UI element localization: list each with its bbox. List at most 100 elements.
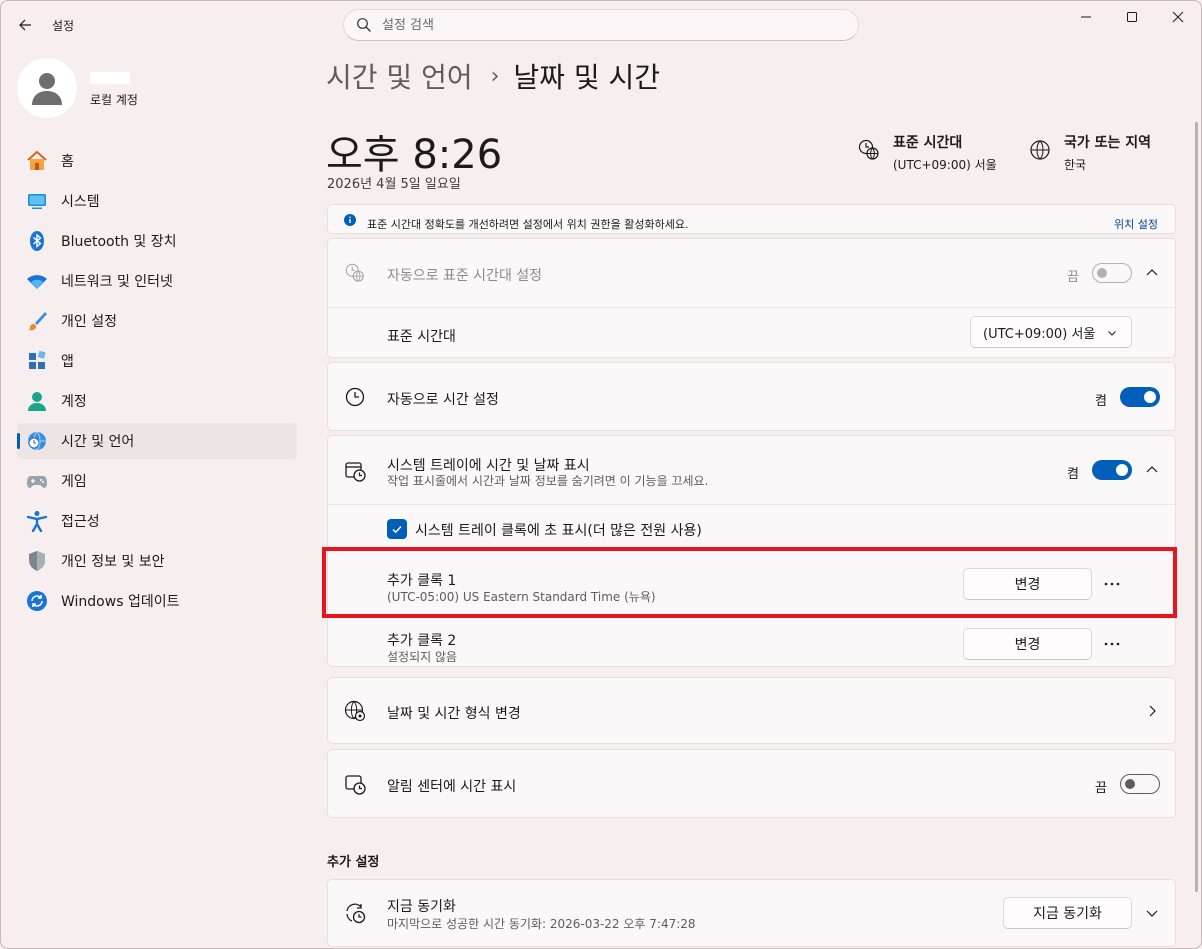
maximize-button[interactable] [1109,0,1155,34]
seconds-label[interactable]: 시스템 트레이 클록에 초 표시(더 많은 전원 사용) [415,520,702,540]
timezone-globe-clock-icon [858,139,879,160]
sidebar-item-label: 개인 설정 [61,314,117,330]
timezone-info-value: (UTC+09:00) 서울 [893,158,997,172]
auto-time-state: 켬 [1095,394,1107,409]
extra-clock-1-title: 추가 클록 1 [387,573,457,589]
seconds-checkbox[interactable] [387,519,407,539]
sidebar-item-time-language[interactable]: 시간 및 언어 [17,423,297,459]
extra-clock-1-change-button[interactable]: 변경 [963,568,1092,600]
notification-time-toggle[interactable] [1120,774,1160,794]
sync-clock-icon [346,903,366,924]
avatar[interactable] [17,58,77,118]
extra-clock-1-subtitle: (UTC-05:00) US Eastern Standard Time (뉴욕… [387,590,656,604]
page-title: 날짜 및 시간 [513,61,661,94]
extra-clock-2-subtitle: 설정되지 않음 [387,650,458,664]
sidebar-item-privacy[interactable]: 개인 정보 및 보안 [17,543,297,579]
maximize-icon [1127,12,1137,22]
location-banner: 표준 시간대 정확도를 개선하려면 설정에서 위치 권한을 활성화하세요. 위치… [327,204,1176,234]
breadcrumb-separator: › [490,63,500,89]
sidebar-item-label: 홈 [61,154,74,170]
chevron-right-icon [1149,705,1156,717]
sidebar-item-apps[interactable]: 앱 [17,343,297,379]
region-info-value: 한국 [1064,158,1087,172]
chevron-up-icon[interactable] [1144,462,1160,478]
extra-clock-1-more-button[interactable] [1102,574,1122,594]
timezone-card: 자동으로 표준 시간대 설정 끔 표준 시간대 (UTC+09:00) 서울 [327,238,1176,358]
chevron-down-icon[interactable] [1144,905,1160,921]
timezone-selected-value: (UTC+09:00) 서울 [983,326,1096,342]
sidebar-item-label: Bluetooth 및 장치 [61,234,177,250]
region-info: 국가 또는 지역 한국 [1028,132,1151,173]
extra-clock-2-change-button[interactable]: 변경 [963,628,1092,660]
info-icon [344,214,356,226]
more-horizontal-icon [1104,642,1120,646]
auto-timezone-row: 자동으로 표준 시간대 설정 끔 [328,239,1175,307]
sidebar-item-personalization[interactable]: 개인 설정 [17,303,297,339]
sidebar-item-accessibility[interactable]: 접근성 [17,503,297,539]
brush-icon [26,310,48,332]
breadcrumb: 시간 및 언어 › 날짜 및 시간 [326,56,660,96]
gamepad-icon [26,470,48,492]
sidebar-item-bluetooth[interactable]: Bluetooth 및 장치 [17,223,297,259]
sync-title: 지금 동기화 [387,899,456,915]
bluetooth-icon [26,230,48,252]
scrollbar[interactable] [1195,122,1198,892]
timezone-title: 표준 시간대 [387,329,456,345]
notification-time-state: 끔 [1095,781,1107,796]
sidebar-item-label: 시스템 [61,194,100,210]
timezone-info-title: 표준 시간대 [893,135,963,151]
search-box[interactable] [343,9,859,41]
sync-now-button[interactable]: 지금 동기화 [1003,897,1132,929]
close-button[interactable] [1155,0,1201,34]
wifi-icon [26,270,48,292]
tray-row: 시스템 트레이에 시간 및 날짜 표시 작업 표시줄에서 시간과 날짜 정보를 … [328,436,1175,504]
title-bar: 설정 [0,0,1202,48]
sidebar-item-label: 앱 [61,354,74,370]
apps-icon [26,350,48,372]
auto-time-toggle[interactable] [1120,387,1160,407]
current-date: 2026년 4월 5일 일요일 [327,177,461,192]
sidebar-item-label: 접근성 [61,514,100,530]
sidebar-item-home[interactable]: 홈 [17,143,297,179]
globe-icon [1030,140,1050,160]
notification-clock-icon [345,775,366,795]
chevron-up-icon[interactable] [1144,265,1160,281]
app-title: 설정 [52,19,75,33]
timezone-select[interactable]: (UTC+09:00) 서울 [970,316,1132,348]
back-button[interactable] [12,12,38,38]
profile-subtitle: 로컬 계정 [90,93,138,107]
location-settings-link[interactable]: 위치 설정 [1114,216,1158,232]
auto-timezone-toggle[interactable] [1092,263,1132,283]
auto-time-card: 자동으로 시간 설정 켬 [327,362,1176,431]
current-time: 오후 8:26 [326,132,503,178]
tray-state: 켬 [1067,467,1079,482]
sidebar-item-label: Windows 업데이트 [61,594,180,610]
profile[interactable]: 로컬 계정 [17,58,138,118]
home-icon [26,150,48,172]
sidebar-item-network[interactable]: 네트워크 및 인터넷 [17,263,297,299]
back-arrow-icon [19,19,31,31]
format-card[interactable]: 날짜 및 시간 형식 변경 [327,677,1176,744]
extra-clock-1-row: 추가 클록 1 (UTC-05:00) US Eastern Standard … [328,556,1175,612]
region-info-title: 국가 또는 지역 [1064,135,1152,151]
sidebar-item-windows-update[interactable]: Windows 업데이트 [17,583,297,619]
minimize-button[interactable] [1063,0,1109,34]
close-icon [1172,11,1184,23]
shield-icon [26,550,48,572]
update-icon [26,590,48,612]
extra-clock-2-more-button[interactable] [1102,634,1122,654]
additional-settings-title: 추가 설정 [327,855,380,870]
notification-time-card: 알림 센터에 시간 표시 끔 [327,749,1176,818]
tray-toggle[interactable] [1092,460,1132,480]
search-input[interactable] [382,17,822,33]
time-language-icon [26,430,48,452]
auto-timezone-state: 끔 [1067,270,1079,285]
extra-clock-2-row: 추가 클록 2 설정되지 않음 변경 [328,619,1175,668]
breadcrumb-parent[interactable]: 시간 및 언어 [326,56,473,96]
sidebar-item-gaming[interactable]: 게임 [17,463,297,499]
sidebar-item-accounts[interactable]: 계정 [17,383,297,419]
sidebar-item-system[interactable]: 시스템 [17,183,297,219]
timezone-info: 표준 시간대 (UTC+09:00) 서울 [857,132,997,173]
sidebar-nav: 홈 시스템 Bluetooth 및 장치 네트워크 및 인터넷 개인 설정 앱 [17,143,297,623]
accessibility-icon [26,510,48,532]
